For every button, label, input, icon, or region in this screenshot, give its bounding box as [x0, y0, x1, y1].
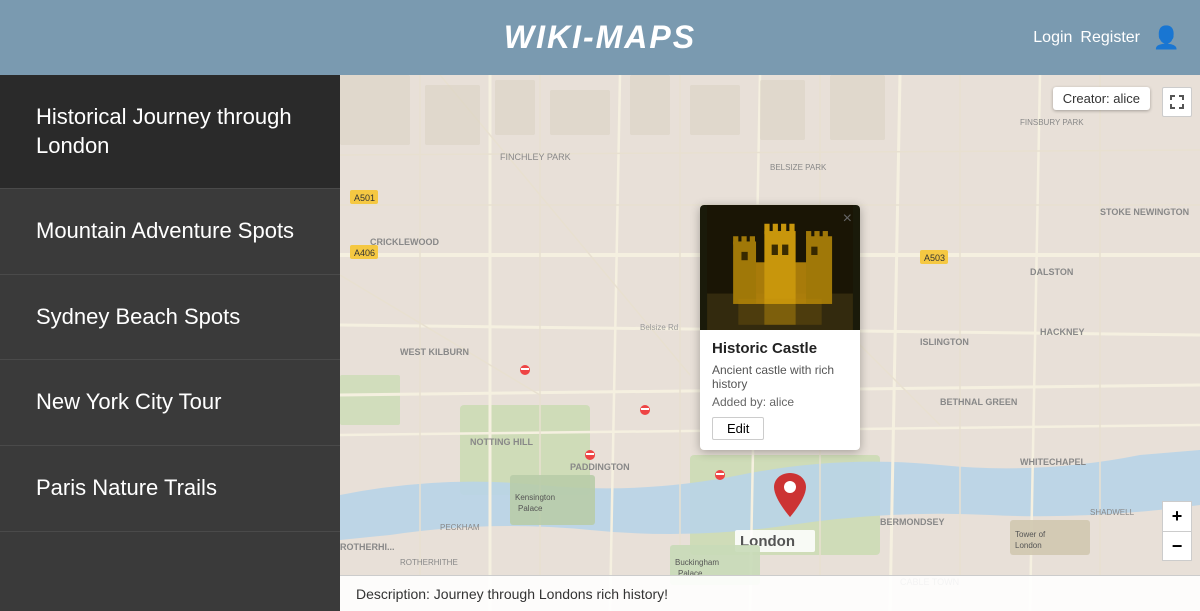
- svg-text:A406: A406: [354, 248, 375, 258]
- fullscreen-button[interactable]: [1162, 87, 1192, 117]
- svg-text:HACKNEY: HACKNEY: [1040, 327, 1085, 337]
- popup-close-button[interactable]: ×: [843, 211, 852, 227]
- svg-text:WHITECHAPEL: WHITECHAPEL: [1020, 457, 1086, 467]
- svg-text:NOTTING HILL: NOTTING HILL: [470, 437, 533, 447]
- svg-text:Palace: Palace: [518, 504, 543, 513]
- svg-text:PADDINGTON: PADDINGTON: [570, 462, 630, 472]
- sidebar-item-sydney-beach[interactable]: Sydney Beach Spots: [0, 275, 340, 361]
- app-header: WIKI-MAPS Login Register 👤: [0, 0, 1200, 75]
- map-popup: ×: [700, 205, 860, 450]
- sidebar-item-paris-nature[interactable]: Paris Nature Trails: [0, 446, 340, 532]
- zoom-out-button[interactable]: −: [1162, 531, 1192, 561]
- svg-text:STOKE NEWINGTON: STOKE NEWINGTON: [1100, 207, 1189, 217]
- user-icon[interactable]: 👤: [1153, 25, 1180, 51]
- popup-added-by: Added by: alice: [712, 395, 848, 409]
- svg-text:Buckingham: Buckingham: [675, 558, 719, 567]
- svg-text:CRICKLEWOOD: CRICKLEWOOD: [370, 237, 439, 247]
- map-container[interactable]: CRICKLEWOOD FINCHLEY PARK FINSBURY PARK …: [340, 75, 1200, 611]
- svg-text:A501: A501: [354, 193, 375, 203]
- popup-description: Ancient castle with rich history: [712, 363, 848, 391]
- zoom-in-button[interactable]: +: [1162, 501, 1192, 531]
- svg-text:ISLINGTON: ISLINGTON: [920, 337, 969, 347]
- sidebar-item-historical-london[interactable]: Historical Journey through London: [0, 75, 340, 189]
- svg-text:DALSTON: DALSTON: [1030, 267, 1073, 277]
- popup-title: Historic Castle: [712, 340, 848, 357]
- sidebar: Historical Journey through London Mounta…: [0, 75, 340, 611]
- svg-text:Belsize Rd: Belsize Rd: [640, 323, 678, 332]
- svg-text:ROTHERHI...: ROTHERHI...: [340, 542, 395, 552]
- svg-text:FINCHLEY PARK: FINCHLEY PARK: [500, 152, 571, 162]
- popup-content: Historic Castle Ancient castle with rich…: [700, 330, 860, 450]
- svg-text:FINSBURY PARK: FINSBURY PARK: [1020, 118, 1084, 127]
- map-description-bar: Description: Journey through Londons ric…: [340, 575, 1200, 611]
- sidebar-item-new-york-tour[interactable]: New York City Tour: [0, 360, 340, 446]
- svg-text:BELSIZE PARK: BELSIZE PARK: [770, 163, 827, 172]
- login-link[interactable]: Login: [1033, 29, 1072, 47]
- svg-text:PECKHAM: PECKHAM: [440, 523, 480, 532]
- map-background: CRICKLEWOOD FINCHLEY PARK FINSBURY PARK …: [340, 75, 1200, 611]
- svg-text:ROTHERHITHE: ROTHERHITHE: [400, 558, 458, 567]
- sidebar-item-mountain-adventure[interactable]: Mountain Adventure Spots: [0, 189, 340, 275]
- svg-text:WEST KILBURN: WEST KILBURN: [400, 347, 469, 357]
- svg-text:BETHNAL GREEN: BETHNAL GREEN: [940, 397, 1017, 407]
- svg-text:Tower of: Tower of: [1015, 530, 1046, 539]
- zoom-controls: + −: [1162, 501, 1192, 561]
- svg-text:Kensington: Kensington: [515, 493, 555, 502]
- creator-badge: Creator: alice: [1053, 87, 1150, 110]
- svg-text:SHADWELL: SHADWELL: [1090, 508, 1135, 517]
- popup-edit-button[interactable]: Edit: [712, 417, 764, 440]
- register-link[interactable]: Register: [1080, 29, 1140, 47]
- popup-image: [700, 205, 860, 330]
- svg-text:BERMONDSEY: BERMONDSEY: [880, 517, 945, 527]
- auth-links: Login Register: [1033, 29, 1140, 47]
- svg-text:London: London: [1015, 541, 1042, 550]
- app-logo: WIKI-MAPS: [504, 19, 696, 56]
- svg-text:A503: A503: [924, 253, 945, 263]
- description-text: Description: Journey through Londons ric…: [356, 586, 668, 602]
- main-content: Historical Journey through London Mounta…: [0, 75, 1200, 611]
